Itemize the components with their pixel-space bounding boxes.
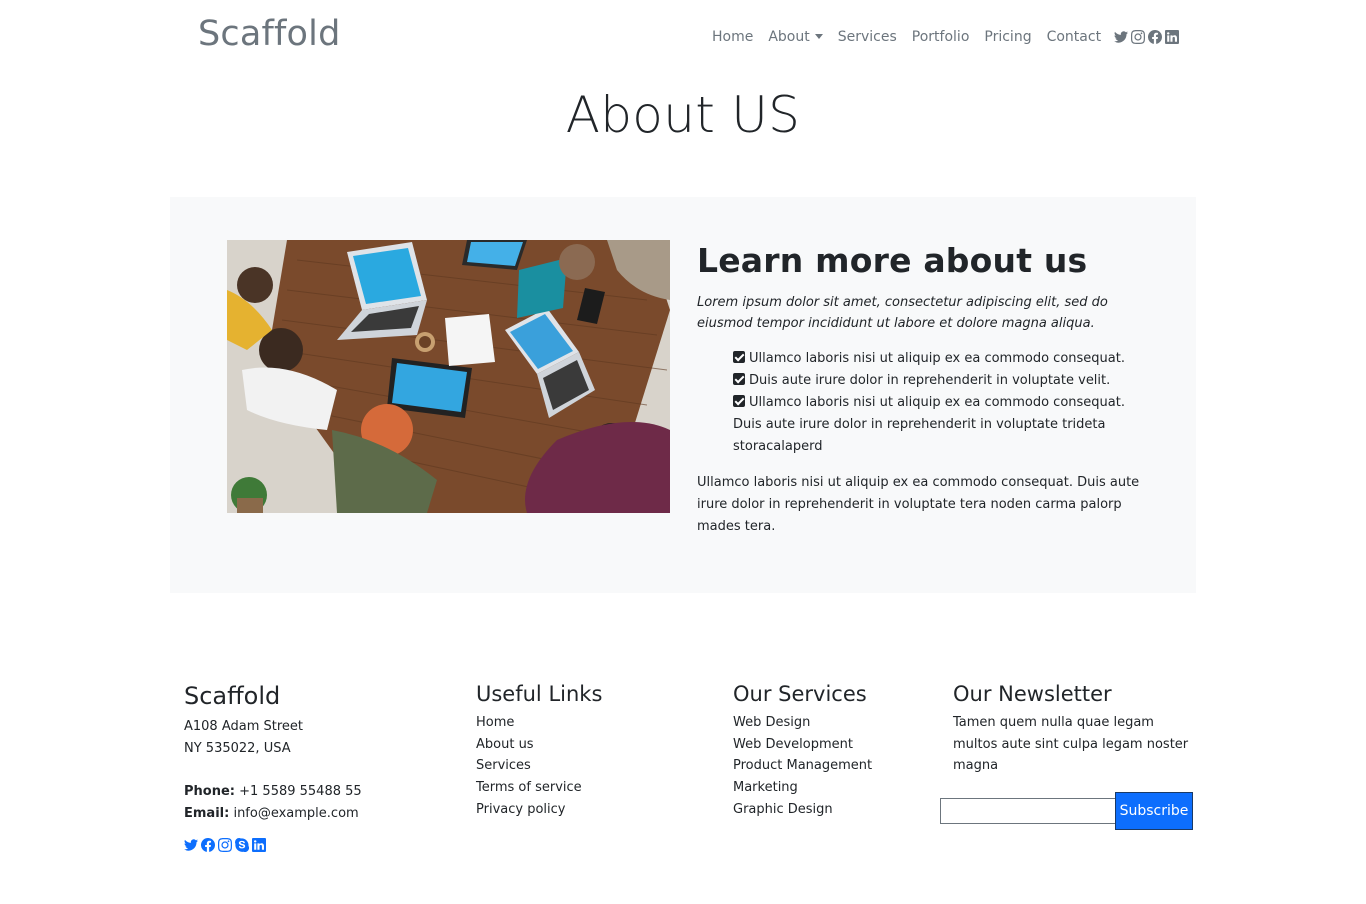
nav-services[interactable]: Services — [838, 29, 897, 45]
footer-address-line1: A108 Adam Street — [184, 719, 304, 734]
services-title: Our Services — [733, 682, 867, 706]
about-section: Learn more about us Lorem ipsum dolor si… — [170, 197, 1196, 593]
twitter-icon[interactable] — [184, 838, 198, 852]
linkedin-icon[interactable] — [252, 837, 266, 852]
footer-link-privacy[interactable]: Privacy policy — [476, 802, 565, 817]
footer-address-line2: NY 535022, USA — [184, 740, 291, 756]
service-link-product-management[interactable]: Product Management — [733, 758, 872, 773]
email-label: Email: — [184, 805, 230, 821]
checklist-item-text: Ullamco laboris nisi ut aliquip ex ea co… — [749, 351, 1125, 366]
useful-links-title: Useful Links — [476, 682, 603, 706]
chevron-down-icon — [814, 33, 823, 39]
checklist-item-text: Ullamco laboris nisi ut aliquip ex ea co… — [733, 395, 1125, 454]
check-square-icon — [733, 373, 745, 385]
phone-value: +1 5589 55488 55 — [239, 784, 362, 800]
footer-social-links — [184, 837, 444, 852]
service-link-web-design[interactable]: Web Design — [733, 715, 810, 730]
about-checklist: Ullamco laboris nisi ut aliquip ex ea co… — [697, 348, 1147, 458]
service-link-web-development[interactable]: Web Development — [733, 737, 853, 752]
footer-company: Scaffold A108 Adam Street NY 535022, USA… — [184, 680, 444, 852]
footer-link-services[interactable]: Services — [476, 758, 531, 773]
newsletter-text: Tamen quem nulla quae legam multos aute … — [953, 715, 1189, 774]
check-square-icon — [733, 395, 745, 407]
newsletter-email-input[interactable] — [940, 798, 1116, 824]
nav-home[interactable]: Home — [712, 29, 753, 45]
main-nav: Home About Services Portfolio Pricing Co… — [712, 28, 1180, 46]
useful-links-list: Home About us Services Terms of service … — [476, 712, 696, 821]
instagram-icon[interactable] — [218, 837, 232, 852]
footer-link-terms[interactable]: Terms of service — [476, 780, 582, 795]
site-logo[interactable]: Scaffold — [198, 14, 341, 54]
nav-portfolio[interactable]: Portfolio — [912, 29, 970, 45]
checklist-item: Duis aute irure dolor in reprehenderit i… — [733, 370, 1147, 392]
phone-label: Phone: — [184, 784, 235, 800]
footer-newsletter: Our Newsletter Tamen quem nulla quae leg… — [953, 680, 1193, 777]
about-outro: Ullamco laboris nisi ut aliquip ex ea co… — [697, 475, 1140, 534]
service-link-graphic-design[interactable]: Graphic Design — [733, 802, 833, 817]
header-social-links — [1114, 30, 1180, 44]
newsletter-title: Our Newsletter — [953, 682, 1112, 706]
email-value: info@example.com — [233, 805, 359, 821]
footer-link-home[interactable]: Home — [476, 715, 514, 730]
footer-brand: Scaffold — [184, 682, 281, 710]
twitter-icon[interactable] — [1114, 30, 1129, 44]
services-list: Web Design Web Development Product Manag… — [733, 712, 933, 821]
nav-contact[interactable]: Contact — [1047, 29, 1101, 45]
footer-services: Our Services Web Design Web Development … — [733, 680, 933, 821]
footer-useful-links: Useful Links Home About us Services Term… — [476, 680, 696, 821]
page-title: About US — [565, 86, 801, 144]
footer-link-about[interactable]: About us — [476, 737, 534, 752]
skype-icon[interactable] — [235, 837, 249, 852]
service-link-marketing[interactable]: Marketing — [733, 780, 798, 795]
nav-pricing[interactable]: Pricing — [984, 29, 1031, 45]
linkedin-icon[interactable] — [1165, 30, 1180, 44]
facebook-icon[interactable] — [201, 837, 215, 852]
check-square-icon — [733, 351, 745, 363]
nav-about-dropdown[interactable]: About — [768, 29, 823, 45]
checklist-item: Ullamco laboris nisi ut aliquip ex ea co… — [733, 348, 1147, 370]
checklist-item-text: Duis aute irure dolor in reprehenderit i… — [749, 373, 1111, 388]
about-heading: Learn more about us — [697, 241, 1088, 280]
nav-about-label: About — [768, 29, 810, 45]
footer-phone: Phone: +1 5589 55488 55 — [184, 781, 444, 803]
facebook-icon[interactable] — [1148, 30, 1163, 44]
checklist-item: Ullamco laboris nisi ut aliquip ex ea co… — [733, 392, 1147, 458]
subscribe-button[interactable]: Subscribe — [1115, 792, 1193, 830]
instagram-icon[interactable] — [1131, 30, 1146, 44]
about-content: Learn more about us Lorem ipsum dolor si… — [697, 241, 1147, 538]
about-intro: Lorem ipsum dolor sit amet, consectetur … — [697, 295, 1108, 331]
footer-email: Email: info@example.com — [184, 803, 444, 825]
team-meeting-illustration — [227, 240, 670, 513]
team-meeting-photo — [227, 240, 670, 513]
